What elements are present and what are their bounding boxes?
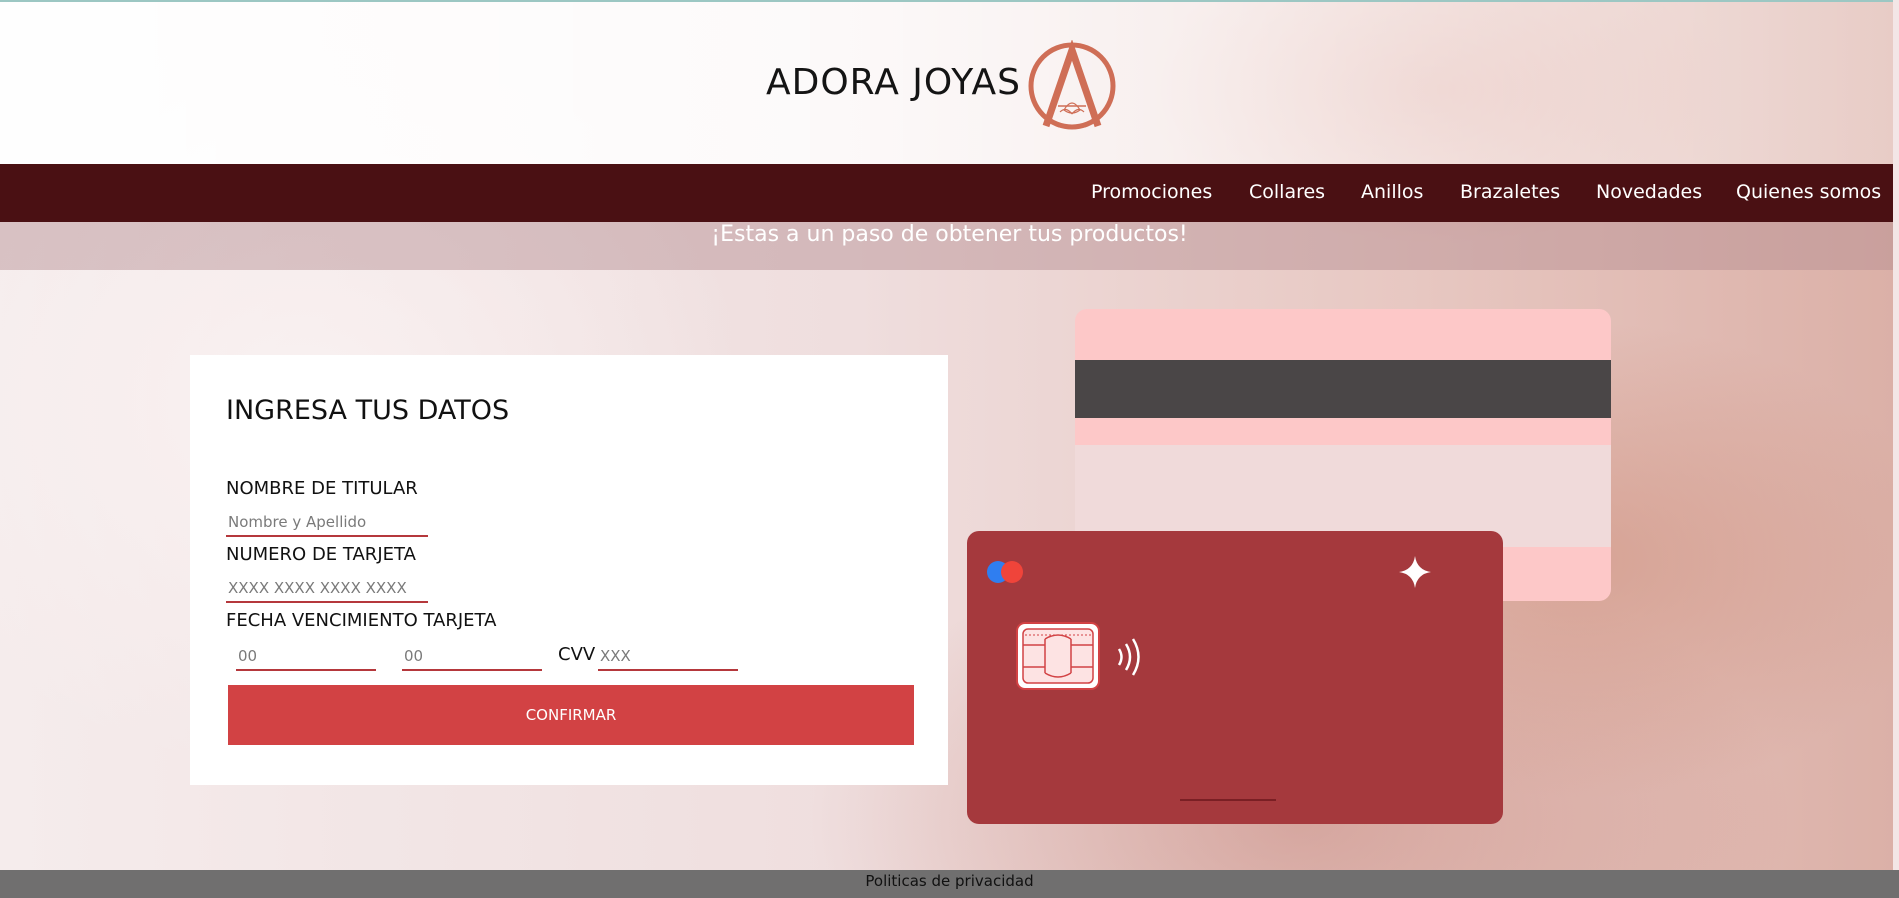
nav-item-novedades[interactable]: Novedades	[1596, 181, 1702, 203]
main-nav: Promociones Collares Anillos Brazaletes …	[0, 164, 1899, 222]
mastercard-circles-icon	[987, 561, 1023, 583]
confirm-button[interactable]: CONFIRMAR	[228, 685, 914, 745]
card-number-input[interactable]	[226, 575, 428, 603]
nav-item-quienes-somos[interactable]: Quienes somos	[1736, 181, 1881, 203]
sparkle-icon	[1399, 556, 1431, 588]
expiry-year-input[interactable]	[402, 643, 542, 671]
nav-item-promociones[interactable]: Promociones	[1091, 181, 1212, 203]
holder-label: NOMBRE DE TITULAR	[226, 478, 418, 499]
nav-item-brazaletes[interactable]: Brazaletes	[1460, 181, 1560, 203]
cvv-label: CVV	[558, 644, 596, 665]
privacy-link[interactable]: Politicas de privacidad	[0, 870, 1899, 891]
card-signature-line	[1180, 799, 1276, 801]
card-front	[967, 531, 1503, 824]
nav-item-anillos[interactable]: Anillos	[1361, 181, 1423, 203]
magnetic-stripe	[1075, 360, 1611, 418]
card-number-label: NUMERO DE TARJETA	[226, 544, 416, 565]
holder-name-input[interactable]	[226, 509, 428, 537]
payment-form: INGRESA TUS DATOS NOMBRE DE TITULAR NUME…	[190, 355, 948, 785]
expiry-label: FECHA VENCIMIENTO TARJETA	[226, 610, 497, 631]
cvv-input[interactable]	[598, 643, 738, 671]
scrollbar[interactable]	[1893, 0, 1899, 898]
letter-a-lotus-logo[interactable]	[1026, 40, 1118, 130]
contactless-icon	[1117, 638, 1140, 676]
brand-name: ADORA JOYAS	[766, 62, 1021, 103]
nav-item-collares[interactable]: Collares	[1249, 181, 1325, 203]
chip-icon	[1016, 622, 1100, 690]
expiry-month-input[interactable]	[236, 643, 376, 671]
banner-text: ¡Estas a un paso de obtener tus producto…	[711, 222, 1188, 247]
form-title: INGRESA TUS DATOS	[226, 395, 510, 426]
header: ADORA JOYAS	[0, 2, 1899, 164]
